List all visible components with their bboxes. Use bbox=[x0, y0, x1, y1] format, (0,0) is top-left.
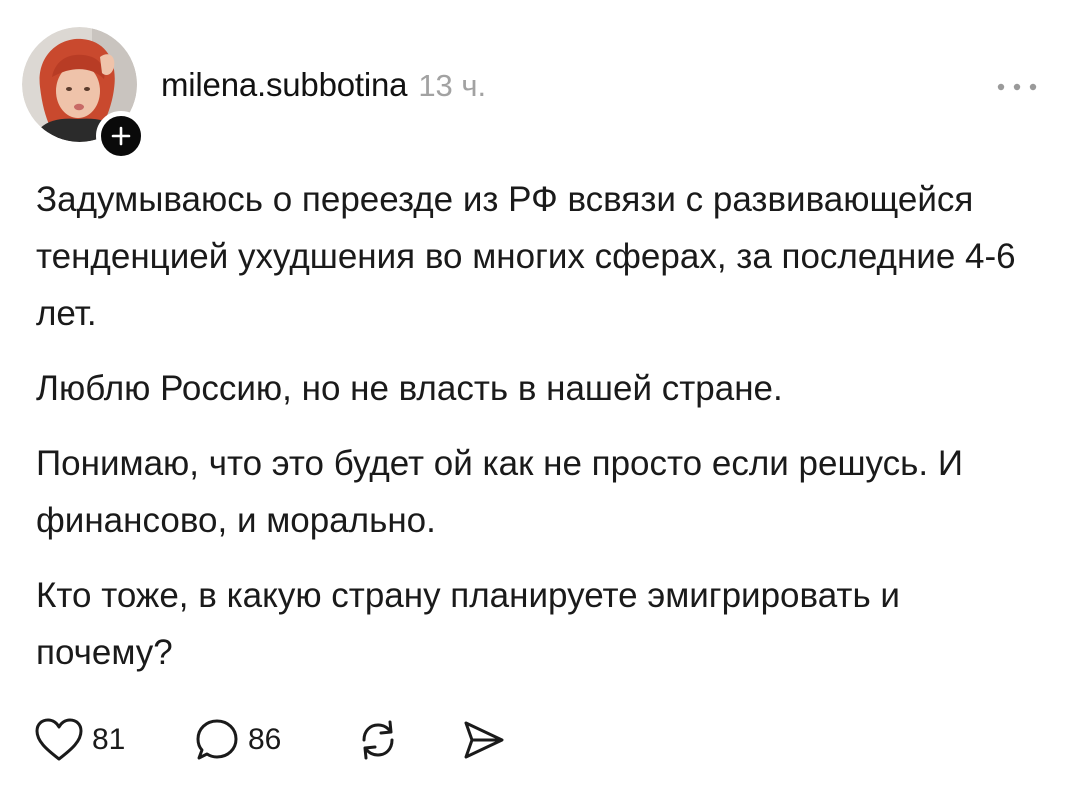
reply-count: 86 bbox=[248, 723, 282, 756]
plus-icon bbox=[111, 126, 131, 146]
post-paragraph: Понимаю, что это будет ой как не просто … bbox=[36, 444, 963, 540]
comment-icon bbox=[196, 719, 238, 760]
heart-icon bbox=[35, 718, 83, 761]
post-actions: 81 86 bbox=[34, 713, 507, 767]
post-paragraph: Люблю Россию, но не власть в нашей стран… bbox=[36, 369, 783, 408]
post-paragraph: Задумываюсь о переезде из РФ всвязи с ра… bbox=[36, 180, 1016, 333]
post-paragraph: Кто тоже, в какую страну планируете эмиг… bbox=[36, 576, 900, 672]
more-icon bbox=[997, 83, 1037, 91]
post-text: Задумываюсь о переезде из РФ всвязи с ра… bbox=[36, 171, 1046, 699]
reply-button[interactable]: 86 bbox=[194, 717, 354, 763]
share-icon bbox=[464, 721, 504, 759]
repost-icon bbox=[362, 720, 394, 760]
more-options-button[interactable] bbox=[994, 72, 1040, 102]
post-timestamp: 13 ч. bbox=[418, 68, 487, 103]
like-count: 81 bbox=[92, 723, 126, 756]
follow-button[interactable] bbox=[96, 111, 146, 161]
avatar-container bbox=[22, 27, 146, 161]
post-header: milena.subbotina 13 ч. bbox=[161, 66, 486, 112]
like-button[interactable]: 81 bbox=[34, 717, 194, 763]
author-username[interactable]: milena.subbotina bbox=[161, 66, 408, 104]
repost-button[interactable] bbox=[354, 716, 459, 764]
share-button[interactable] bbox=[459, 716, 507, 764]
